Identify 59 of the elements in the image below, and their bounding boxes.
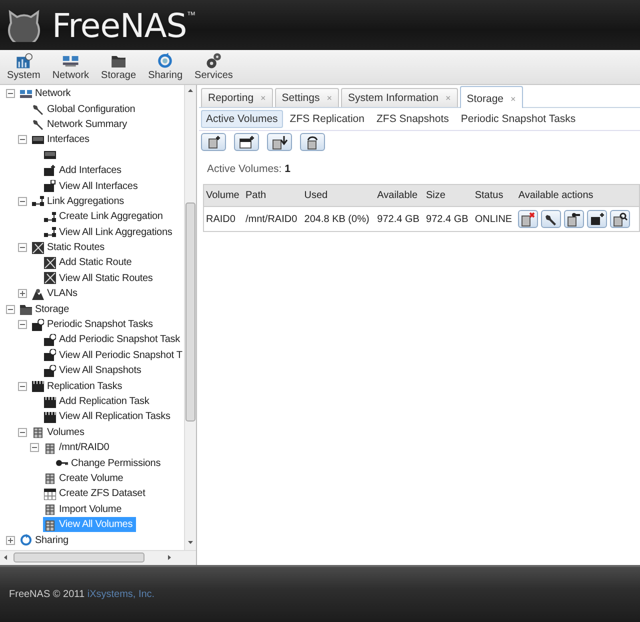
tree-item[interactable]: Create Volume: [43, 470, 126, 486]
tree-item[interactable]: Add Static Route: [43, 255, 135, 270]
tree-item[interactable]: Import Volume: [43, 502, 125, 517]
tree-item[interactable]: Add Periodic Snapshot Task: [43, 332, 183, 348]
trademark-sign: ™: [186, 10, 196, 20]
tab[interactable]: System Information ×: [341, 88, 458, 107]
tab[interactable]: Settings ×: [274, 88, 340, 107]
tree-item[interactable]: Volumes: [31, 424, 88, 440]
table-cell: 972.4 GB: [375, 206, 424, 232]
tree-item[interactable]: Network: [19, 86, 74, 102]
column-header: Size: [424, 184, 473, 206]
logo-text: FreeNAS: [52, 6, 187, 44]
table-cell: /mnt/RAID0: [243, 206, 302, 232]
toolbar-button[interactable]: Storage: [98, 50, 140, 84]
column-header: Used: [302, 184, 376, 206]
volume-count: Active Volumes: 1: [207, 163, 292, 175]
tree-item[interactable]: Change Permissions: [55, 456, 164, 471]
toolbar-button[interactable]: Services: [192, 50, 236, 84]
tree-item[interactable]: Interfaces: [31, 132, 92, 148]
tree-item[interactable]: View All Replication Tasks: [43, 409, 174, 424]
tree-item[interactable]: Add Interfaces: [43, 163, 124, 178]
toolbar-button[interactable]: Sharing: [145, 50, 186, 84]
company-link[interactable]: iXsystems, Inc.: [87, 589, 155, 600]
tree-item[interactable]: Sharing: [19, 532, 72, 548]
tree-item[interactable]: /mnt/RAID0: [43, 440, 112, 456]
tree-item[interactable]: Storage: [19, 302, 72, 317]
subtab[interactable]: ZFS Replication: [284, 110, 370, 128]
subtab[interactable]: ZFS Snapshots: [372, 110, 454, 128]
tree-item[interactable]: Link Aggregations: [31, 194, 127, 209]
column-header: Available: [375, 184, 424, 206]
toolbar-button[interactable]: System: [4, 50, 44, 84]
tree-item[interactable]: View All Link Aggregations: [43, 224, 176, 240]
tree-item[interactable]: Static Routes: [31, 240, 108, 256]
tree-item[interactable]: View All Interfaces: [43, 178, 141, 194]
column-header: Volume: [204, 184, 244, 206]
tree-item[interactable]: Periodic Snapshot Tasks: [31, 317, 156, 332]
tree-item[interactable]: Create Link Aggregation: [43, 209, 166, 224]
table-cell: ONLINE: [472, 206, 516, 232]
column-header: Available actions: [516, 184, 640, 206]
subtab[interactable]: Active Volumes: [201, 110, 283, 128]
tree-item[interactable]: Global Configuration: [31, 102, 138, 117]
toolbar-button[interactable]: Network: [49, 50, 92, 84]
column-header: Path: [243, 184, 302, 206]
tree-item[interactable]: View All Static Routes: [43, 270, 156, 286]
column-header: Status: [472, 184, 516, 206]
table-cell: RAID0: [204, 206, 244, 232]
table-cell: 972.4 GB: [424, 206, 473, 232]
tab[interactable]: Storage ×: [460, 86, 523, 108]
tree-item[interactable]: View All Periodic Snapshot T: [43, 348, 184, 363]
tree-item[interactable]: View All Snapshots: [43, 363, 144, 378]
tab[interactable]: Reporting ×: [201, 88, 273, 107]
tree-item[interactable]: Network Summary: [31, 116, 130, 132]
table-cell: 204.8 KB (0%): [302, 206, 376, 232]
subtab[interactable]: Periodic Snapshot Tasks: [456, 110, 581, 128]
tree-item[interactable]: Add Replication Task: [43, 394, 152, 409]
tree-item[interactable]: VLANs: [31, 286, 80, 302]
tree-item[interactable]: Create ZFS Dataset: [43, 486, 148, 502]
copyright-text: FreeNAS © 2011 iXsystems, Inc.: [9, 589, 155, 600]
tree-item[interactable]: Replication Tasks: [31, 378, 126, 394]
